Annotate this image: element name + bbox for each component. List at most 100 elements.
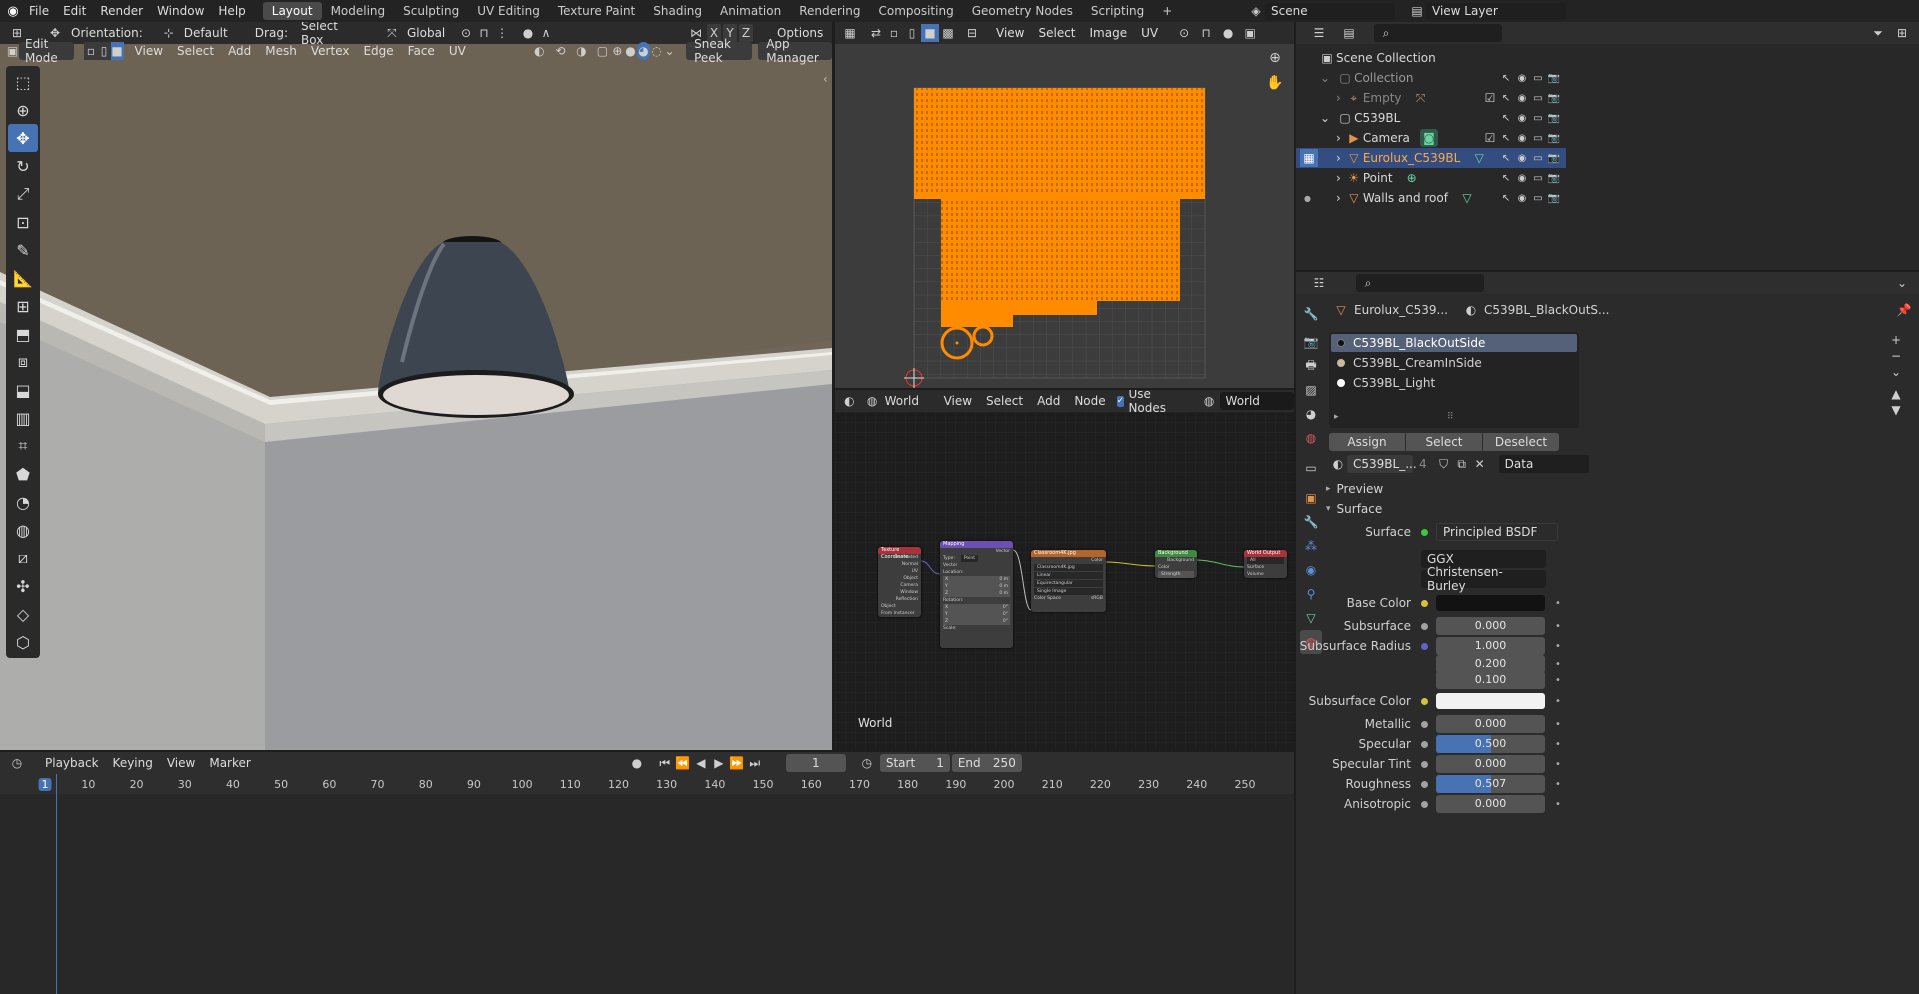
cursor-tool-icon[interactable]: ⊕ xyxy=(8,96,38,124)
workspace-tab-shading[interactable]: Shading xyxy=(644,2,711,20)
smooth-tool-icon[interactable]: ◍ xyxy=(8,516,38,544)
pin-icon[interactable]: 📌 xyxy=(1895,301,1913,319)
node-value[interactable]: 0 m xyxy=(999,583,1008,590)
node-editor[interactable]: ◐ ◍ World View Select Add Node ✓ Use Nodes … xyxy=(835,390,1294,750)
knife-tool-icon[interactable]: ⌗ xyxy=(8,432,38,460)
uv-face-mode-icon[interactable]: ■ xyxy=(921,24,939,42)
expand-icon[interactable]: ⌄ xyxy=(1320,111,1330,125)
prev-keyframe-icon[interactable]: ⏪ xyxy=(674,754,692,772)
viewport-disable-icon[interactable]: ▭ xyxy=(1530,69,1546,87)
uv-menu-uv[interactable]: UV xyxy=(1134,26,1165,40)
browse-material-icon[interactable]: ◐ xyxy=(1329,455,1347,473)
uv-pivot-icon[interactable]: ⊙ xyxy=(1175,24,1193,42)
overlay-icon[interactable]: ◑ xyxy=(575,42,588,60)
material-name-field[interactable]: C539BL_... xyxy=(1347,455,1417,473)
visibility-icon[interactable]: ◐ xyxy=(533,42,546,60)
properties-options-icon[interactable]: ⌄ xyxy=(1893,274,1911,292)
keyframe-dot-icon[interactable]: • xyxy=(1555,779,1561,790)
uv-island-mode-icon[interactable]: ▩ xyxy=(939,24,957,42)
color-swatch[interactable] xyxy=(1436,693,1545,709)
visibility-eye-icon[interactable]: ◉ xyxy=(1514,109,1530,127)
viewport-disable-icon[interactable]: ▭ xyxy=(1530,129,1546,147)
render-disable-icon[interactable]: 📷 xyxy=(1546,69,1562,87)
properties-editor[interactable]: ☷ ⌕ ⌄ 🔧 📷 🖶 ▨ ◕ ◍ ▭ ▣ 🔧 ⁂ ◉ ⚲ ▽ ◍ ▽ Euro… xyxy=(1296,272,1919,994)
node-dropdown[interactable]: Point xyxy=(960,555,979,562)
render-disable-icon[interactable]: 📷 xyxy=(1546,149,1562,167)
number-field[interactable]: 0.000 xyxy=(1436,755,1545,773)
node-dropdown[interactable]: sRGB xyxy=(1091,595,1103,602)
outliner[interactable]: ☰ ▤ ⌕ ⏷ ⊞ ▣ Scene Collection ⌄ ▢ Collect… xyxy=(1296,22,1919,270)
workspace-tab-animation[interactable]: Animation xyxy=(711,2,790,20)
physics-tab-icon[interactable]: ◉ xyxy=(1300,558,1322,582)
render-disable-icon[interactable]: 📷 xyxy=(1546,109,1562,127)
jump-end-icon[interactable]: ⏭ xyxy=(746,754,764,772)
end-frame-field[interactable]: End 250 xyxy=(951,754,1022,772)
render-disable-icon[interactable]: 📷 xyxy=(1546,129,1562,147)
measure-tool-icon[interactable]: 📐 xyxy=(8,264,38,292)
node-image-field[interactable]: Classroom4K.jpg xyxy=(1034,564,1103,571)
tool-tab-icon[interactable]: 🔧 xyxy=(1300,302,1322,326)
gizmo-icon[interactable]: ⟲ xyxy=(554,42,567,60)
keyframe-dot-icon[interactable]: • xyxy=(1555,696,1561,707)
shrink-fatten-tool-icon[interactable]: ✣ xyxy=(8,572,38,600)
exclude-checkbox-icon[interactable]: ☑ xyxy=(1482,89,1498,107)
transform-tool-icon[interactable]: ⊡ xyxy=(8,208,38,236)
node-menu-view[interactable]: View xyxy=(937,394,979,408)
list-expand-icon[interactable]: ▸ xyxy=(1334,412,1339,422)
number-field[interactable]: 1.000 xyxy=(1436,637,1545,655)
keyframe-dot-icon[interactable]: • xyxy=(1555,675,1561,686)
visibility-eye-icon[interactable]: ◉ xyxy=(1514,149,1530,167)
node-editor-type-icon[interactable]: ◐ xyxy=(843,392,856,410)
remove-slot-icon[interactable]: − xyxy=(1886,348,1906,364)
uv-zoom-icon[interactable]: ⊕ xyxy=(1266,49,1284,67)
material-preview-icon[interactable]: ◕ xyxy=(637,42,651,60)
render-disable-icon[interactable]: 📷 xyxy=(1546,89,1562,107)
select-button[interactable]: Select xyxy=(1406,433,1482,451)
visibility-eye-icon[interactable]: ◉ xyxy=(1514,189,1530,207)
render-tab-icon[interactable]: 📷 xyxy=(1300,330,1322,354)
node-value[interactable]: 0 m xyxy=(999,590,1008,597)
move-tool-icon[interactable]: ✥ xyxy=(8,124,38,152)
mode-dropdown[interactable]: Edit Mode xyxy=(19,37,75,65)
world-name-field[interactable]: World xyxy=(1219,392,1294,410)
number-field[interactable]: 0.500 xyxy=(1436,735,1545,753)
scene-field[interactable]: Scene xyxy=(1265,2,1395,20)
link-dropdown[interactable]: Data xyxy=(1498,455,1589,473)
solid-shading-icon[interactable]: ● xyxy=(624,42,637,60)
timeline-menu-view[interactable]: View xyxy=(160,756,202,770)
keyframe-dot-icon[interactable]: • xyxy=(1555,598,1561,609)
uv-snap-icon[interactable]: ⊓ xyxy=(1197,24,1215,42)
shading-options-icon[interactable]: ⌄ xyxy=(663,42,676,60)
filter-icon[interactable]: ⏷ xyxy=(1869,24,1887,42)
edit-mode-toggle-icon[interactable]: ▦ xyxy=(1300,149,1318,167)
fake-user-icon[interactable]: ⛉ xyxy=(1435,455,1453,473)
render-disable-icon[interactable]: 📷 xyxy=(1546,169,1562,187)
3d-viewport[interactable]: ⊞ ✥ Orientation: ⊹ Default Drag: Select … xyxy=(0,22,832,750)
world-output-node[interactable]: World Output All Surface Volume xyxy=(1244,550,1287,578)
loop-cut-tool-icon[interactable]: ▥ xyxy=(8,404,38,432)
uv-select-mode-icon[interactable]: ⊟ xyxy=(963,24,981,42)
view-layer-tab-icon[interactable]: ▨ xyxy=(1300,378,1322,402)
visibility-eye-icon[interactable]: ◉ xyxy=(1514,89,1530,107)
selectable-icon[interactable]: ↖ xyxy=(1498,129,1514,147)
uv-pan-icon[interactable]: ✋ xyxy=(1266,74,1284,92)
uv-editor-type-icon[interactable]: ▦ xyxy=(841,24,859,42)
node-value[interactable]: 0° xyxy=(1003,618,1008,625)
visibility-eye-icon[interactable]: ◉ xyxy=(1514,169,1530,187)
viewport-menu-select[interactable]: Select xyxy=(170,44,221,58)
use-nodes-checkbox[interactable]: ✓ xyxy=(1116,395,1125,407)
scene-tab-icon[interactable]: ◕ xyxy=(1300,402,1322,426)
workspace-tab-modeling[interactable]: Modeling xyxy=(322,2,395,20)
expand-icon[interactable]: › xyxy=(1336,91,1341,105)
jump-start-icon[interactable]: ⏮ xyxy=(656,754,674,772)
display-mode-icon[interactable]: ▤ xyxy=(1340,24,1358,42)
world-tab-icon[interactable]: ◍ xyxy=(1300,426,1322,450)
uv-image-browse-icon[interactable]: ▣ xyxy=(1241,24,1259,42)
timeline-ruler[interactable]: 1 10 20 30 40 50 60 70 80 90 100 110 120 130 140 150 160… xyxy=(0,774,1294,794)
preview-panel-header[interactable]: ▸ Preview xyxy=(1326,479,1911,499)
keyframe-dot-icon[interactable]: • xyxy=(1555,799,1561,810)
uv-proportional-icon[interactable]: ● xyxy=(1219,24,1237,42)
duplicate-material-icon[interactable]: ⧉ xyxy=(1453,455,1471,473)
uv-menu-view[interactable]: View xyxy=(989,26,1031,40)
play-icon[interactable]: ▶ xyxy=(710,754,728,772)
